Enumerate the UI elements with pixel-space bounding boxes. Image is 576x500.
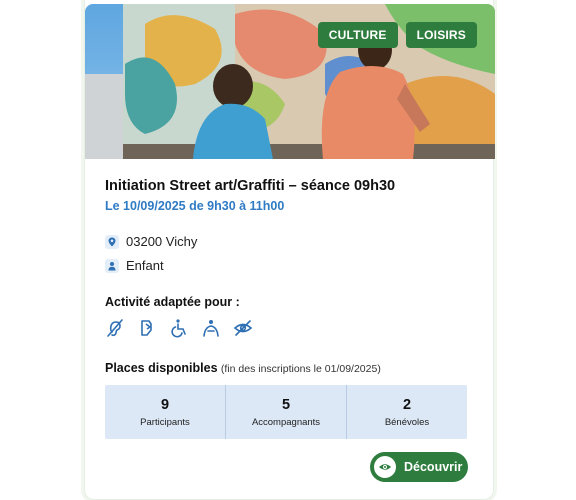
location-row: 03200 Vichy [105, 234, 197, 249]
accessibility-icons [105, 318, 253, 338]
location-pin-icon [105, 234, 119, 249]
places-stats: 9 Participants 5 Accompagnants 2 Bénévol… [105, 385, 467, 439]
stat-label: Bénévoles [384, 417, 430, 428]
activity-card[interactable]: CULTURE LOISIRS Initiation Street art/Gr… [84, 0, 495, 500]
audience-row: Enfant [105, 258, 164, 273]
intellectual-disability-icon [201, 318, 221, 338]
stat-accompagnants: 5 Accompagnants [225, 385, 346, 439]
sign-language-icon [137, 318, 157, 338]
eye-icon [374, 456, 396, 478]
activity-date: Le 10/09/2025 de 9h30 à 11h00 [105, 199, 285, 213]
location-text: 03200 Vichy [126, 234, 198, 249]
stat-label: Accompagnants [251, 417, 321, 428]
places-heading: Places disponibles (fin des inscriptions… [105, 361, 381, 375]
person-icon [105, 258, 119, 273]
stat-value: 9 [160, 397, 170, 413]
wheelchair-icon [169, 318, 189, 338]
stat-value: 5 [281, 397, 291, 413]
places-note: (fin des inscriptions le 01/09/2025) [220, 363, 381, 375]
stat-label: Participants [140, 417, 190, 428]
places-label: Places disponibles [105, 361, 218, 375]
discover-button[interactable]: Découvrir [370, 452, 468, 482]
activity-title: Initiation Street art/Graffiti – séance … [105, 178, 396, 194]
hearing-impaired-icon [105, 318, 125, 338]
tag-culture[interactable]: CULTURE [317, 22, 398, 48]
hero-photo: CULTURE LOISIRS [85, 4, 495, 159]
discover-label: Découvrir [404, 460, 463, 474]
stat-participants: 9 Participants [105, 385, 225, 439]
adapted-label: Activité adaptée pour : [105, 295, 240, 309]
stat-value: 2 [402, 397, 412, 413]
visually-impaired-icon [233, 318, 253, 338]
category-tags: CULTURE LOISIRS [317, 22, 477, 48]
tag-loisirs[interactable]: LOISIRS [405, 22, 477, 48]
stat-benevoles: 2 Bénévoles [346, 385, 467, 439]
audience-text: Enfant [126, 258, 164, 273]
